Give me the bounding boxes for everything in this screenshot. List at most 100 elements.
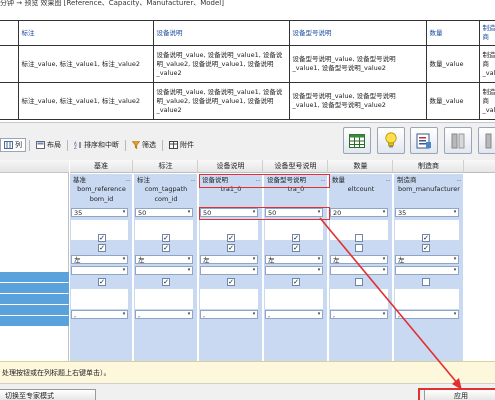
chevron-down-icon[interactable]: ▾: [121, 255, 127, 264]
table-view-button[interactable]: [343, 127, 371, 154]
column-header[interactable]: 设备说明: [199, 160, 263, 173]
column-header[interactable]: 标注: [134, 160, 198, 173]
chevron-down-icon[interactable]: ▾: [251, 266, 257, 275]
empty-cell[interactable]: [200, 289, 258, 299]
checkbox-checked[interactable]: ✓: [227, 244, 235, 252]
chevron-down-icon[interactable]: ▾: [186, 255, 192, 264]
chevron-down-icon[interactable]: ▾: [316, 255, 322, 264]
chevron-down-icon[interactable]: ▾: [452, 255, 458, 264]
column-header[interactable]: 设备型号说明: [264, 160, 328, 173]
chevron-down-icon[interactable]: ▾: [186, 310, 192, 319]
tab-columns[interactable]: 列: [0, 138, 26, 152]
tab-attachment[interactable]: 附件: [166, 138, 197, 152]
chevron-down-icon[interactable]: ▾: [251, 310, 257, 319]
tab-layout[interactable]: 布局: [33, 138, 64, 152]
display-name-field[interactable]: 标注: [136, 176, 196, 185]
empty-cell[interactable]: [135, 289, 193, 299]
display-name-field[interactable]: 数量: [331, 176, 391, 185]
chevron-down-icon[interactable]: ▾: [316, 266, 322, 275]
checkbox-checked[interactable]: ✓: [292, 278, 300, 286]
empty-cell[interactable]: [265, 220, 323, 230]
separator-select[interactable]: ,: [200, 310, 258, 319]
dropdown-arrow-icon[interactable]: …: [190, 176, 196, 185]
separator-select[interactable]: ,: [71, 310, 128, 319]
align-select[interactable]: 左: [200, 255, 258, 264]
properties-button[interactable]: [410, 127, 438, 154]
selected-row-marker[interactable]: [0, 272, 69, 282]
checkbox-checked[interactable]: ✓: [98, 278, 106, 286]
align-select[interactable]: [200, 266, 258, 275]
empty-cell[interactable]: [330, 289, 388, 299]
separator-select[interactable]: ,: [330, 310, 388, 319]
align-select[interactable]: [135, 266, 193, 275]
empty-cell[interactable]: [330, 299, 388, 309]
chevron-down-icon[interactable]: ▾: [186, 208, 192, 217]
tips-button[interactable]: [377, 127, 405, 154]
align-select[interactable]: 左: [265, 255, 323, 264]
move-right-button[interactable]: [478, 127, 495, 154]
checkbox-checked[interactable]: ✓: [227, 278, 235, 286]
tab-sort[interactable]: AZ 排序和中断: [71, 138, 122, 152]
empty-cell[interactable]: [71, 289, 128, 299]
chevron-down-icon[interactable]: ▾: [251, 255, 257, 264]
empty-cell[interactable]: [71, 299, 128, 309]
empty-cell[interactable]: [200, 299, 258, 309]
move-left-button[interactable]: [444, 127, 472, 154]
empty-cell[interactable]: [135, 220, 193, 230]
chevron-down-icon[interactable]: ▾: [452, 266, 458, 275]
checkbox-checked[interactable]: ✓: [162, 278, 170, 286]
empty-cell[interactable]: [395, 289, 459, 299]
separator-select[interactable]: ,: [135, 310, 193, 319]
checkbox-checked[interactable]: ✓: [98, 234, 106, 242]
width-input[interactable]: 35: [395, 208, 459, 217]
chevron-down-icon[interactable]: ▾: [121, 310, 127, 319]
selected-row-marker[interactable]: [0, 283, 69, 293]
empty-cell[interactable]: [395, 299, 459, 309]
display-name-field[interactable]: 制造商: [396, 176, 462, 185]
display-name-field[interactable]: 基准: [72, 176, 131, 185]
checkbox-checked[interactable]: ✓: [422, 244, 430, 252]
align-select[interactable]: 左: [330, 255, 388, 264]
align-select[interactable]: [395, 266, 459, 275]
align-select[interactable]: 左: [395, 255, 459, 264]
chevron-down-icon[interactable]: ▾: [381, 310, 387, 319]
expert-mode-button[interactable]: 切换至专家模式: [0, 389, 96, 400]
width-input[interactable]: 20: [330, 208, 388, 217]
chevron-down-icon[interactable]: ▾: [186, 266, 192, 275]
column-header[interactable]: 制造商: [394, 160, 464, 173]
width-input[interactable]: 50: [135, 208, 193, 217]
selected-row-marker[interactable]: [0, 316, 69, 326]
empty-cell[interactable]: [71, 220, 128, 230]
selected-row-marker[interactable]: [0, 305, 69, 315]
checkbox-checked[interactable]: ✓: [98, 244, 106, 252]
checkbox[interactable]: [355, 278, 363, 286]
chevron-down-icon[interactable]: ▾: [121, 266, 127, 275]
checkbox-checked[interactable]: ✓: [162, 234, 170, 242]
align-select[interactable]: [265, 266, 323, 275]
dropdown-arrow-icon[interactable]: …: [385, 176, 391, 185]
column-header[interactable]: 数量: [329, 160, 393, 173]
checkbox-checked[interactable]: ✓: [292, 234, 300, 242]
checkbox[interactable]: [355, 234, 363, 242]
chevron-down-icon[interactable]: ▾: [316, 310, 322, 319]
empty-cell[interactable]: [265, 289, 323, 299]
width-input[interactable]: 35: [71, 208, 128, 217]
chevron-down-icon[interactable]: ▾: [121, 208, 127, 217]
checkbox-checked[interactable]: ✓: [292, 244, 300, 252]
selected-row-marker[interactable]: [0, 294, 69, 304]
checkbox-checked[interactable]: ✓: [227, 234, 235, 242]
empty-cell[interactable]: [265, 299, 323, 309]
checkbox[interactable]: [422, 278, 430, 286]
chevron-down-icon[interactable]: ▾: [452, 310, 458, 319]
empty-cell[interactable]: [395, 220, 459, 230]
separator-select[interactable]: ,: [395, 310, 459, 319]
separator-select[interactable]: ,: [265, 310, 323, 319]
dropdown-arrow-icon[interactable]: …: [456, 176, 462, 185]
empty-cell[interactable]: [200, 220, 258, 230]
align-select[interactable]: 左: [71, 255, 128, 264]
empty-cell[interactable]: [135, 299, 193, 309]
align-select[interactable]: [330, 266, 388, 275]
chevron-down-icon[interactable]: ▾: [381, 208, 387, 217]
chevron-down-icon[interactable]: ▾: [381, 255, 387, 264]
checkbox-checked[interactable]: ✓: [422, 234, 430, 242]
